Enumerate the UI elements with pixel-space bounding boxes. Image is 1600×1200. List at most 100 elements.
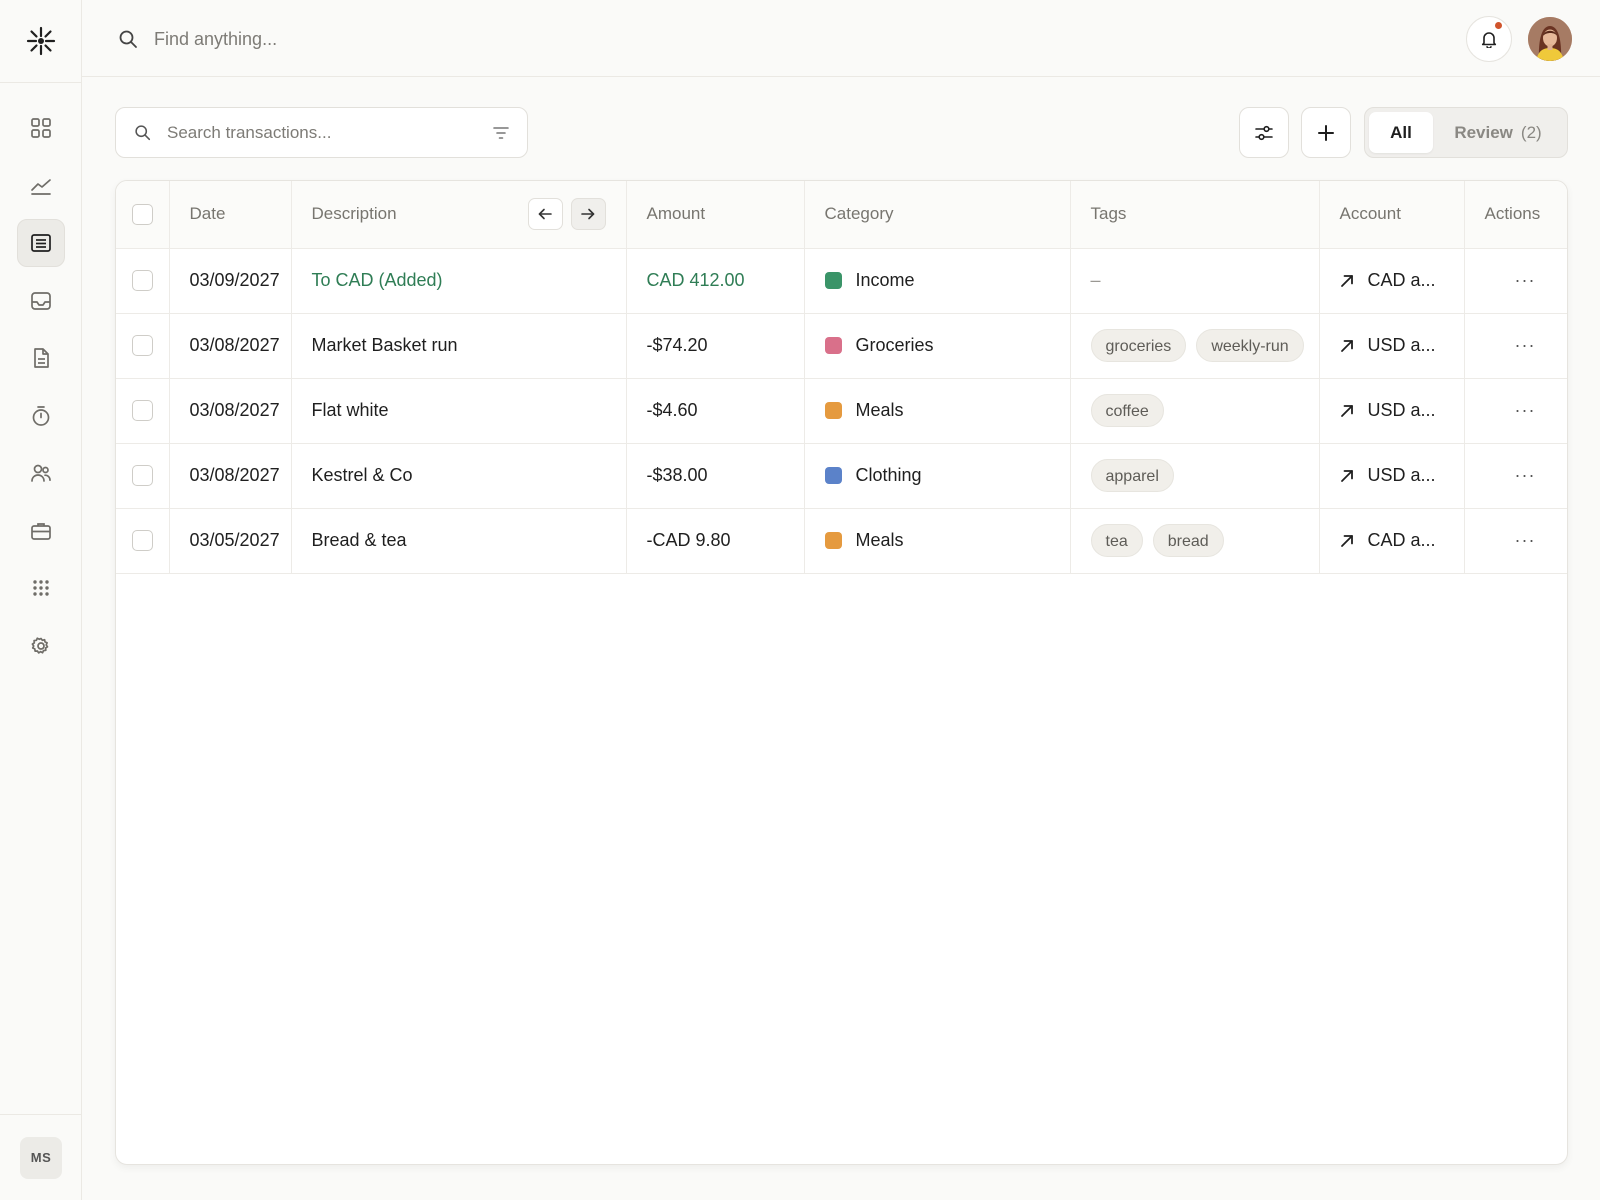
topbar [82,0,1600,77]
row-checkbox[interactable] [131,335,153,357]
tab-all[interactable]: All [1369,112,1433,153]
row-description[interactable]: To CAD (Added) [291,248,627,314]
notifications-button[interactable] [1466,16,1512,62]
tag-chip[interactable]: tea [1090,524,1143,557]
row-description[interactable]: Flat white [291,378,627,444]
column-header-description-label[interactable]: Description [312,204,397,224]
row-select-cell [116,313,170,379]
tag-chip[interactable]: apparel [1090,459,1174,492]
row-date: 03/08/2027 [169,443,292,509]
row-tags-cell[interactable]: apparel [1070,443,1320,509]
sidebar-item-time[interactable] [17,392,65,440]
scroll-left-button[interactable] [527,198,563,231]
row-account-cell[interactable]: USD a... [1319,313,1465,379]
row-account-cell[interactable]: USD a... [1319,443,1465,509]
sidebar-footer: MS [0,1114,82,1200]
table-body: 03/09/2027 To CAD (Added) CAD 412.00 Income… [116,248,1567,574]
category-color-swatch [824,467,842,484]
row-description[interactable]: Kestrel & Co [291,443,627,509]
row-category-cell[interactable]: Clothing [804,443,1071,509]
column-header-date[interactable]: Date [169,181,292,249]
row-amount: -CAD 9.80 [626,508,805,574]
row-checkbox[interactable] [131,465,153,487]
sidebar-item-documents[interactable] [17,334,65,382]
more-options-button[interactable]: ··· [1485,465,1536,485]
row-amount: -$38.00 [626,443,805,509]
plus-icon [1318,124,1334,141]
sidebar-item-apps[interactable] [17,564,65,612]
row-checkbox[interactable] [131,400,153,422]
row-account-cell[interactable]: USD a... [1319,378,1465,444]
sidebar-item-transactions[interactable] [17,219,65,267]
row-account-cell[interactable]: CAD a... [1319,248,1465,314]
column-header-tags[interactable]: Tags [1070,181,1320,249]
tag-list: apparel [1090,459,1299,492]
tag-chip[interactable]: coffee [1090,394,1164,427]
category-color-swatch [824,532,842,549]
column-settings-button[interactable] [1239,107,1289,158]
bell-icon [1481,32,1497,48]
global-search-input[interactable] [154,28,554,50]
add-transaction-button[interactable] [1301,107,1351,158]
more-options-button[interactable]: ··· [1485,530,1536,550]
chart-line-icon [31,178,51,195]
search-icon [135,125,151,141]
row-checkbox[interactable] [131,530,153,552]
row-category: Meals [855,530,904,550]
row-tags-cell[interactable]: groceries weekly-run [1070,313,1320,379]
sidebar-item-settings[interactable] [17,622,65,670]
row-category-cell[interactable]: Income [804,248,1071,314]
row-category-cell[interactable]: Meals [804,508,1071,574]
row-tags-cell[interactable]: – [1070,248,1320,314]
gear-icon [31,636,49,654]
search-icon [119,30,137,48]
transaction-search-input[interactable] [167,122,493,143]
table-row[interactable]: 03/08/2027 Market Basket run -$74.20 Grocer… [116,313,1567,379]
row-category-cell[interactable]: Meals [804,378,1071,444]
category-color-swatch [824,272,842,289]
column-header-actions: Actions [1464,181,1567,249]
sidebar-item-customers[interactable] [17,449,65,497]
row-category-cell[interactable]: Groceries [804,313,1071,379]
avatar[interactable] [1528,17,1572,61]
tag-chip[interactable]: bread [1152,524,1224,557]
users-icon [31,464,51,482]
sidebar-item-analytics[interactable] [17,162,65,210]
column-header-category[interactable]: Category [804,181,1071,249]
table-header-row: Date Description Amount Category Tags Ac… [116,181,1567,249]
row-description[interactable]: Bread & tea [291,508,627,574]
row-tags-cell[interactable]: coffee [1070,378,1320,444]
sidebar-item-inbox[interactable] [17,277,65,325]
row-checkbox[interactable] [131,270,153,292]
table-row[interactable]: 03/09/2027 To CAD (Added) CAD 412.00 Income… [116,248,1567,314]
row-tags-cell[interactable]: tea bread [1070,508,1320,574]
table-row[interactable]: 03/08/2027 Kestrel & Co -$38.00 Clothing app… [116,443,1567,509]
row-description[interactable]: Market Basket run [291,313,627,379]
app-logo[interactable] [0,0,82,83]
timer-icon [32,405,50,426]
column-header-amount[interactable]: Amount [626,181,805,249]
select-all-checkbox[interactable] [131,203,153,225]
user-menu-button[interactable]: MS [20,1136,62,1179]
sidebar-item-vault[interactable] [17,507,65,555]
row-actions-cell: ··· [1464,378,1567,444]
more-options-button[interactable]: ··· [1485,270,1536,290]
scroll-right-button[interactable] [570,198,606,231]
row-date: 03/08/2027 [169,378,292,444]
column-scroll-controls [527,198,606,231]
table-row[interactable]: 03/08/2027 Flat white -$4.60 Meals coffee USD… [116,378,1567,444]
more-options-button[interactable]: ··· [1485,335,1536,355]
sidebar-item-dashboard[interactable] [17,104,65,152]
more-options-button[interactable]: ··· [1485,400,1536,420]
tab-review[interactable]: Review (2) [1433,112,1563,153]
tag-chip[interactable]: weekly-run [1196,329,1304,362]
table-row[interactable]: 03/05/2027 Bread & tea -CAD 9.80 Meals tea br… [116,508,1567,574]
row-amount: -$4.60 [626,378,805,444]
filter-icon[interactable] [493,126,509,140]
tag-chip[interactable]: groceries [1090,329,1187,362]
arrow-right-icon [581,208,595,220]
column-header-account[interactable]: Account [1319,181,1465,249]
document-icon [34,348,49,368]
grid-icon [31,118,51,138]
row-account-cell[interactable]: CAD a... [1319,508,1465,574]
